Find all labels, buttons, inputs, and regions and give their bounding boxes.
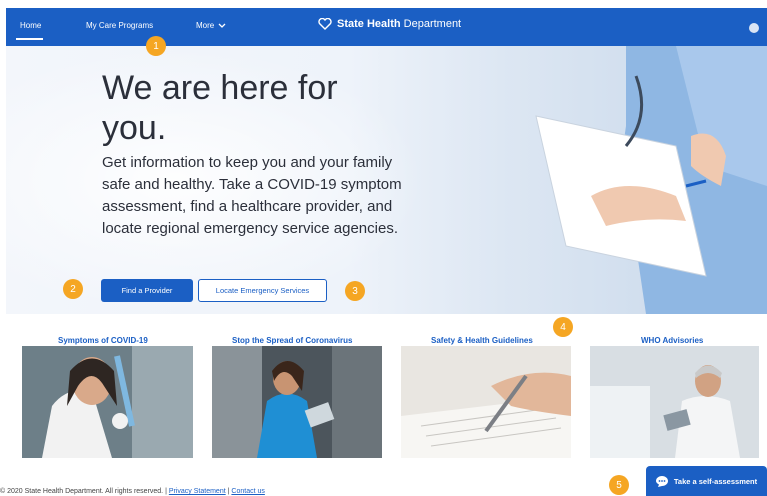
footer: © 2020 State Health Department. All righ… <box>0 488 265 495</box>
card-image-stop-spread[interactable] <box>212 346 382 458</box>
contact-us-link[interactable]: Contact us <box>231 488 264 495</box>
annotation-marker-1: 1 <box>146 36 166 56</box>
hero-banner: We are here for you. Get information to … <box>6 46 767 314</box>
user-avatar-icon[interactable] <box>749 23 759 33</box>
brand-logo[interactable]: State Health Department <box>318 18 461 30</box>
self-assessment-chat-button[interactable]: Take a self-assessment <box>646 466 767 496</box>
nav-more[interactable]: More <box>196 21 226 30</box>
top-nav: Home My Care Programs More State Health … <box>6 8 767 46</box>
heart-icon <box>318 18 332 30</box>
self-assessment-label: Take a self-assessment <box>673 476 758 486</box>
locate-emergency-services-button[interactable]: Locate Emergency Services <box>198 279 327 302</box>
hero-title: We are here for you. <box>102 69 338 147</box>
annotation-marker-4: 4 <box>553 317 573 337</box>
card-title-guidelines[interactable]: Safety & Health Guidelines <box>431 336 533 345</box>
annotation-marker-2: 2 <box>63 279 83 299</box>
card-title-who-advisories[interactable]: WHO Advisories <box>641 336 703 345</box>
brand-name-light: Department <box>403 18 462 30</box>
nav-active-indicator <box>16 38 43 40</box>
card-title-stop-spread[interactable]: Stop the Spread of Coronavirus <box>232 336 352 345</box>
privacy-statement-link[interactable]: Privacy Statement <box>169 488 226 495</box>
writing-hand-image <box>401 346 571 458</box>
annotation-marker-5: 5 <box>609 475 629 495</box>
card-image-symptoms[interactable] <box>22 346 193 458</box>
doctor-with-clipboard-image <box>535 46 767 314</box>
nav-care-programs[interactable]: My Care Programs <box>86 21 153 30</box>
card-image-guidelines[interactable] <box>401 346 571 458</box>
card-title-symptoms[interactable]: Symptoms of COVID-19 <box>58 336 148 345</box>
footer-separator: | <box>227 488 230 495</box>
find-provider-button[interactable]: Find a Provider <box>101 279 193 302</box>
chat-bubble-icon <box>655 475 668 487</box>
brand-name-bold: State Health <box>337 18 401 30</box>
nav-home[interactable]: Home <box>20 21 41 30</box>
hero-description: Get information to keep you and your fam… <box>102 154 402 237</box>
card-image-who-advisories[interactable] <box>590 346 759 458</box>
nav-more-label: More <box>196 21 215 30</box>
chevron-down-icon <box>218 23 226 28</box>
annotation-marker-3: 3 <box>345 281 365 301</box>
footer-copyright: © 2020 State Health Department. All righ… <box>0 488 167 495</box>
scientist-test-tube-image <box>22 346 193 458</box>
nurse-tablet-image <box>212 346 382 458</box>
doctor-tablet-image <box>590 346 759 458</box>
